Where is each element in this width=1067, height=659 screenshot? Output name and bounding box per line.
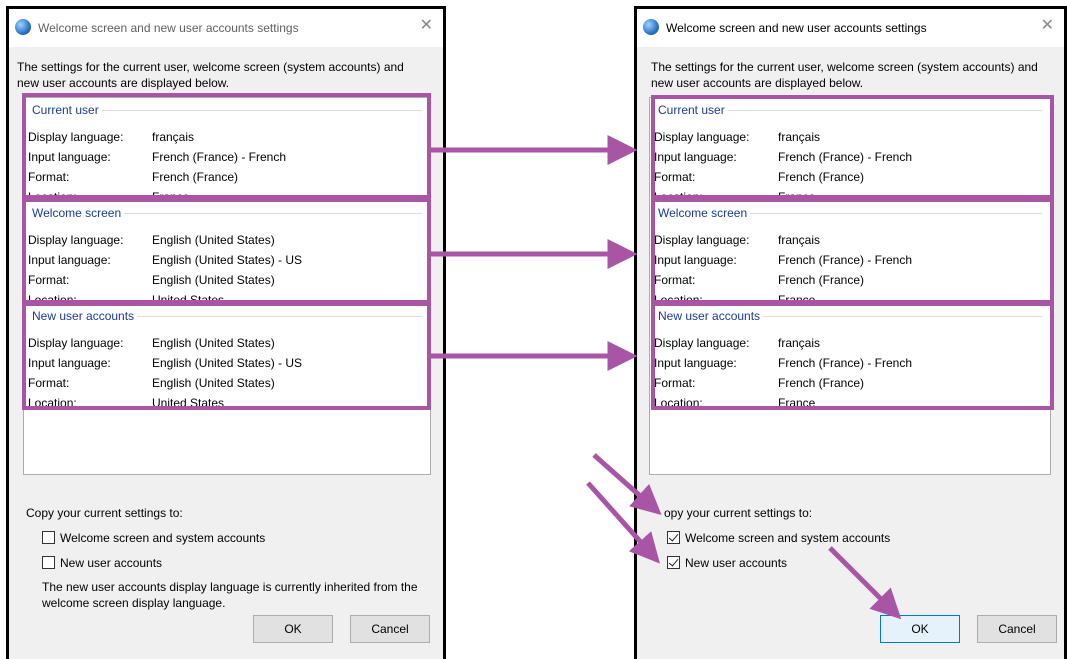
annotation-arrows [430,135,902,620]
arrow-new-user-checkbox [586,481,660,564]
arrow-ok-button [828,546,902,620]
